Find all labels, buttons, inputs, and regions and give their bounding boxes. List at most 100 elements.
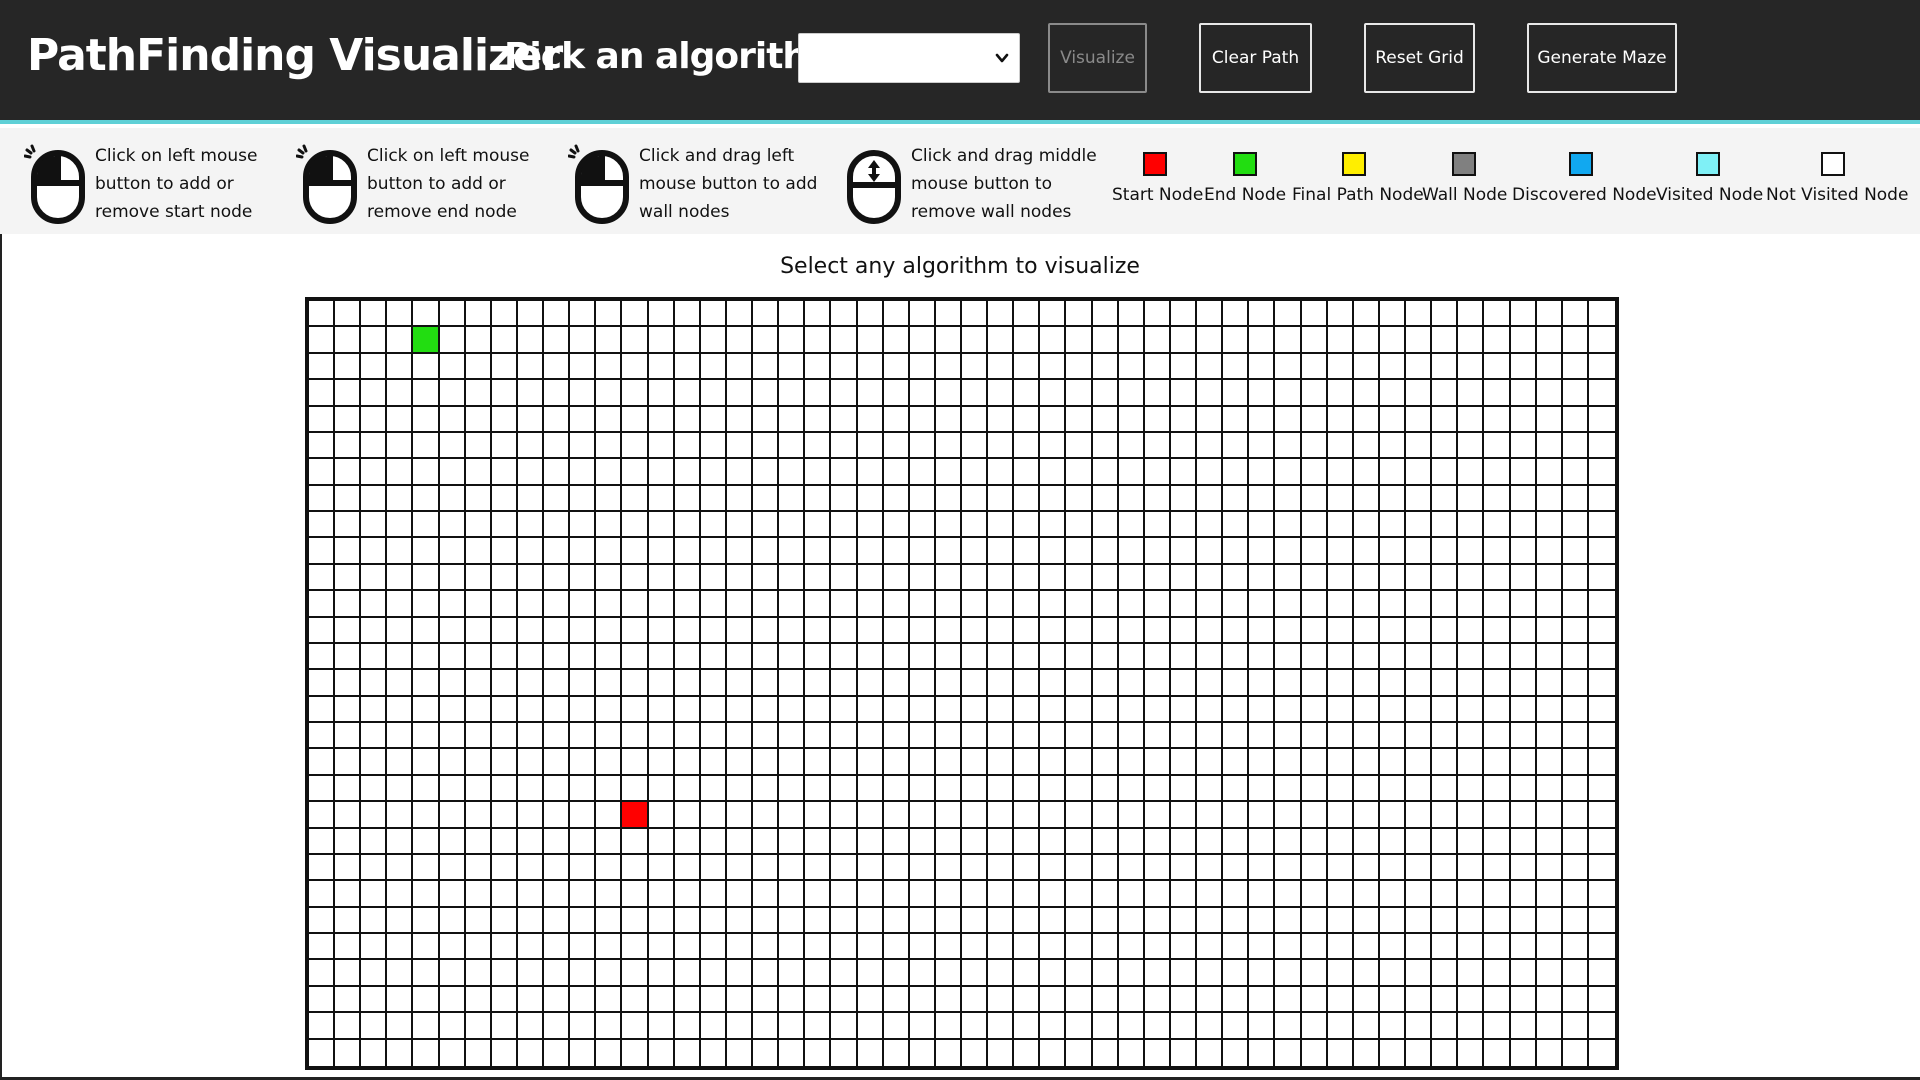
grid-cell[interactable] <box>622 828 649 855</box>
grid-cell[interactable] <box>544 723 571 750</box>
grid-cell[interactable] <box>1406 749 1433 776</box>
grid-cell[interactable] <box>1536 643 1563 671</box>
grid-cell[interactable] <box>1040 1013 1067 1040</box>
grid-cell[interactable] <box>726 854 754 882</box>
grid-cell[interactable] <box>1510 696 1537 724</box>
grid-cell[interactable] <box>335 643 362 671</box>
grid-cell[interactable] <box>1353 432 1380 460</box>
grid-cell[interactable] <box>1066 353 1093 381</box>
grid-cell[interactable] <box>962 749 989 776</box>
grid-cell[interactable] <box>1014 538 1041 565</box>
grid-cell[interactable] <box>1327 696 1354 724</box>
grid-cell[interactable] <box>1014 802 1041 829</box>
grid-cell[interactable] <box>1170 406 1198 433</box>
grid-cell[interactable] <box>1432 459 1459 486</box>
grid-cell[interactable] <box>1092 696 1119 724</box>
grid-cell[interactable] <box>1249 353 1276 381</box>
grid-cell[interactable] <box>622 854 649 882</box>
grid-cell[interactable] <box>1510 670 1537 697</box>
grid-cell[interactable] <box>1040 802 1067 829</box>
grid-cell[interactable] <box>1588 1013 1615 1040</box>
grid-cell[interactable] <box>648 696 675 724</box>
grid-cell[interactable] <box>1301 512 1328 539</box>
grid-cell[interactable] <box>622 406 649 433</box>
grid-cell[interactable] <box>988 986 1015 1014</box>
grid-cell[interactable] <box>309 775 336 803</box>
grid-cell[interactable] <box>753 1013 780 1040</box>
grid-cell[interactable] <box>361 643 388 671</box>
grid-cell[interactable] <box>1510 353 1537 381</box>
grid-cell[interactable] <box>517 723 545 750</box>
grid-cell[interactable] <box>1379 854 1407 882</box>
grid-cell[interactable] <box>805 353 832 381</box>
grid-cell[interactable] <box>1170 854 1198 882</box>
grid-cell[interactable] <box>962 380 989 407</box>
grid-cell[interactable] <box>1484 775 1511 803</box>
grid-cell[interactable] <box>1118 380 1145 407</box>
grid-cell[interactable] <box>909 564 936 592</box>
grid-cell[interactable] <box>1588 828 1615 855</box>
grid-cell[interactable] <box>674 696 701 724</box>
grid-cell[interactable] <box>1301 723 1328 750</box>
grid-cell[interactable] <box>726 617 754 644</box>
grid-cell[interactable] <box>1353 670 1380 697</box>
grid-cell[interactable] <box>491 802 518 829</box>
grid-cell[interactable] <box>753 353 780 381</box>
grid-cell[interactable] <box>831 670 858 697</box>
grid-cell[interactable] <box>1197 301 1224 328</box>
reset-grid-button[interactable]: Reset Grid <box>1364 23 1475 93</box>
grid-cell[interactable] <box>1458 723 1485 750</box>
grid-cell[interactable] <box>909 617 936 644</box>
grid-cell[interactable] <box>674 854 701 882</box>
grid-cell[interactable] <box>1144 828 1171 855</box>
grid-cell[interactable] <box>857 854 884 882</box>
grid-cell[interactable] <box>753 960 780 987</box>
grid-cell[interactable] <box>1301 775 1328 803</box>
grid-cell[interactable] <box>962 986 989 1014</box>
grid-cell[interactable] <box>726 564 754 592</box>
grid-cell[interactable] <box>1562 380 1589 407</box>
grid-cell[interactable] <box>779 617 806 644</box>
grid-cell[interactable] <box>1144 934 1171 961</box>
grid-cell[interactable] <box>413 591 440 618</box>
grid-cell[interactable] <box>935 406 962 433</box>
grid-cell[interactable] <box>935 854 962 882</box>
grid-cell[interactable] <box>465 749 492 776</box>
grid-cell[interactable] <box>779 353 806 381</box>
grid-cell[interactable] <box>935 960 962 987</box>
grid-cell[interactable] <box>1144 406 1171 433</box>
grid-cell[interactable] <box>857 1039 884 1066</box>
grid-cell[interactable] <box>1484 406 1511 433</box>
grid-cell[interactable] <box>361 432 388 460</box>
grid-cell[interactable] <box>387 643 414 671</box>
grid-cell[interactable] <box>439 828 466 855</box>
grid-cell[interactable] <box>753 432 780 460</box>
grid-cell[interactable] <box>1066 459 1093 486</box>
grid-cell[interactable] <box>1144 301 1171 328</box>
grid-cell[interactable] <box>1379 591 1407 618</box>
grid-cell[interactable] <box>935 986 962 1014</box>
grid-cell[interactable] <box>726 802 754 829</box>
grid-cell[interactable] <box>648 353 675 381</box>
grid-cell[interactable] <box>857 301 884 328</box>
grid-cell[interactable] <box>1040 696 1067 724</box>
grid-cell[interactable] <box>1092 538 1119 565</box>
grid-cell[interactable] <box>1432 854 1459 882</box>
grid-cell[interactable] <box>779 538 806 565</box>
grid-cell[interactable] <box>1458 828 1485 855</box>
grid-cell[interactable] <box>648 406 675 433</box>
grid-cell[interactable] <box>857 643 884 671</box>
grid-cell[interactable] <box>1301 485 1328 513</box>
grid-cell[interactable] <box>831 432 858 460</box>
grid-cell[interactable] <box>726 538 754 565</box>
grid-cell[interactable] <box>857 986 884 1014</box>
grid-cell[interactable] <box>1458 960 1485 987</box>
grid-cell[interactable] <box>413 459 440 486</box>
grid-cell[interactable] <box>831 934 858 961</box>
grid-cell[interactable] <box>361 854 388 882</box>
grid-cell[interactable] <box>1458 696 1485 724</box>
grid-cell[interactable] <box>596 538 623 565</box>
grid-cell[interactable] <box>1040 512 1067 539</box>
grid-cell[interactable] <box>805 854 832 882</box>
grid-cell[interactable] <box>883 723 910 750</box>
